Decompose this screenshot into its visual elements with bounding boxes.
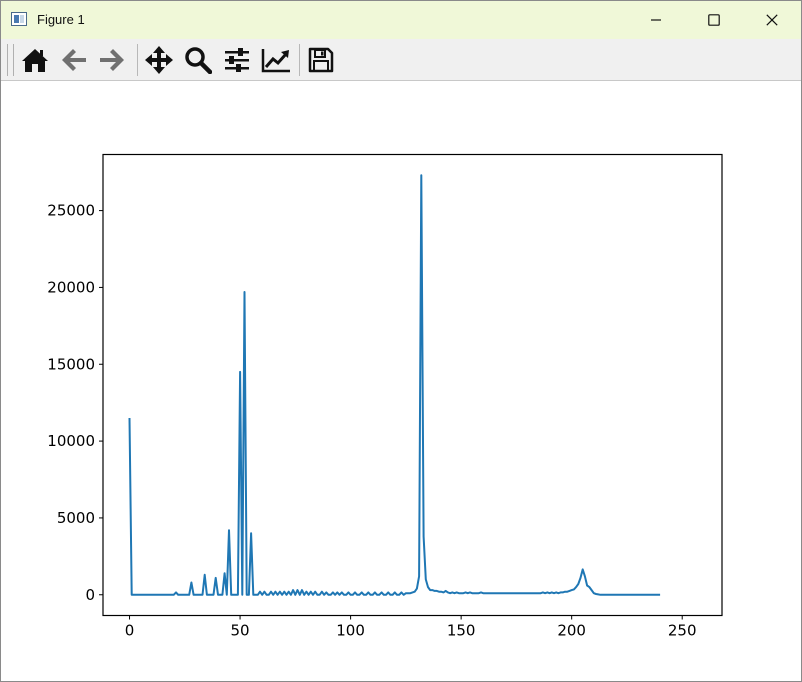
save-icon	[308, 47, 334, 73]
y-tick-label: 10000	[47, 432, 95, 450]
toolbar-separator	[299, 44, 300, 76]
arrow-right-icon	[100, 49, 124, 71]
y-tick-label: 25000	[47, 202, 95, 220]
y-tick-label: 15000	[47, 355, 95, 373]
toolbar-separator	[137, 44, 138, 76]
save-button[interactable]	[304, 43, 338, 77]
minimize-button[interactable]	[627, 1, 685, 39]
home-button[interactable]	[18, 43, 52, 77]
edit-axis-button[interactable]	[259, 43, 293, 77]
x-tick-label: 50	[231, 622, 250, 640]
close-button[interactable]	[743, 1, 801, 39]
zoom-icon	[185, 47, 212, 74]
maximize-button[interactable]	[685, 1, 743, 39]
x-tick-label: 200	[557, 622, 586, 640]
pan-button[interactable]	[142, 43, 176, 77]
x-tick-label: 100	[336, 622, 365, 640]
axes-frame	[102, 153, 723, 617]
y-tick-label: 20000	[47, 278, 95, 296]
arrow-left-icon	[62, 49, 86, 71]
x-tick-label: 150	[447, 622, 476, 640]
title-bar[interactable]: Figure 1	[1, 1, 801, 39]
window-title: Figure 1	[37, 12, 85, 27]
y-tick-label: 5000	[57, 509, 95, 527]
navigation-toolbar	[1, 39, 801, 81]
home-icon	[22, 49, 48, 72]
back-button[interactable]	[57, 43, 91, 77]
forward-button[interactable]	[95, 43, 129, 77]
x-tick-label: 0	[125, 622, 135, 640]
toolbar-grip[interactable]	[7, 44, 14, 76]
maximize-icon	[708, 14, 720, 26]
move-icon	[145, 46, 173, 74]
close-icon	[766, 14, 778, 26]
configure-subplots-button[interactable]	[220, 43, 254, 77]
line-chart-icon	[261, 49, 290, 73]
figure-app-icon	[11, 12, 27, 26]
figure-window: Figure 1 0 50 100 150 200 250 0 5000 100…	[0, 0, 802, 682]
figure-canvas[interactable]: 0 50 100 150 200 250 0 5000 10000 15000 20000 25000	[1, 81, 801, 681]
series-line	[128, 174, 661, 596]
sliders-icon	[225, 48, 249, 72]
y-tick-label: 0	[85, 586, 95, 604]
x-tick-label: 250	[668, 622, 697, 640]
line-chart: 0 50 100 150 200 250 0 5000 10000 15000 20000 25000	[47, 153, 723, 640]
minimize-icon	[651, 19, 661, 21]
zoom-button[interactable]	[181, 43, 215, 77]
